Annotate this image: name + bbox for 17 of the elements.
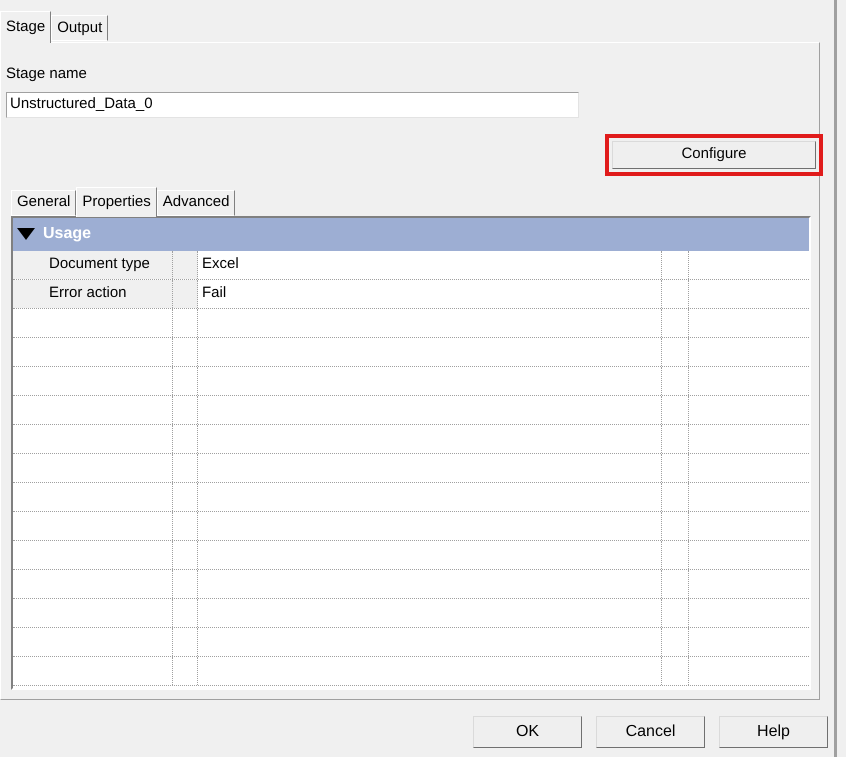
tab[interactable]: Stage <box>0 11 52 43</box>
field-label: Stage name <box>6 65 87 82</box>
collapse-arrow-icon[interactable] <box>17 228 35 240</box>
tab[interactable]: Output <box>51 15 108 41</box>
dialog-button[interactable]: Cancel <box>596 716 705 748</box>
property-value[interactable]: Excel <box>198 250 662 278</box>
group-title: Usage <box>43 224 92 244</box>
dialog-button[interactable]: OK <box>473 716 582 748</box>
property-name: Document type <box>13 250 173 278</box>
dialog-button[interactable]: Help <box>719 716 828 748</box>
tab[interactable]: Advanced <box>156 190 236 216</box>
input-field[interactable]: Unstructured_Data_0 <box>6 92 579 118</box>
tab[interactable]: General <box>11 190 76 216</box>
tab[interactable]: Properties <box>76 186 157 216</box>
configure-button[interactable]: Configure <box>612 140 816 168</box>
property-value[interactable]: Fail <box>198 280 662 308</box>
property-name: Error action <box>13 280 173 308</box>
